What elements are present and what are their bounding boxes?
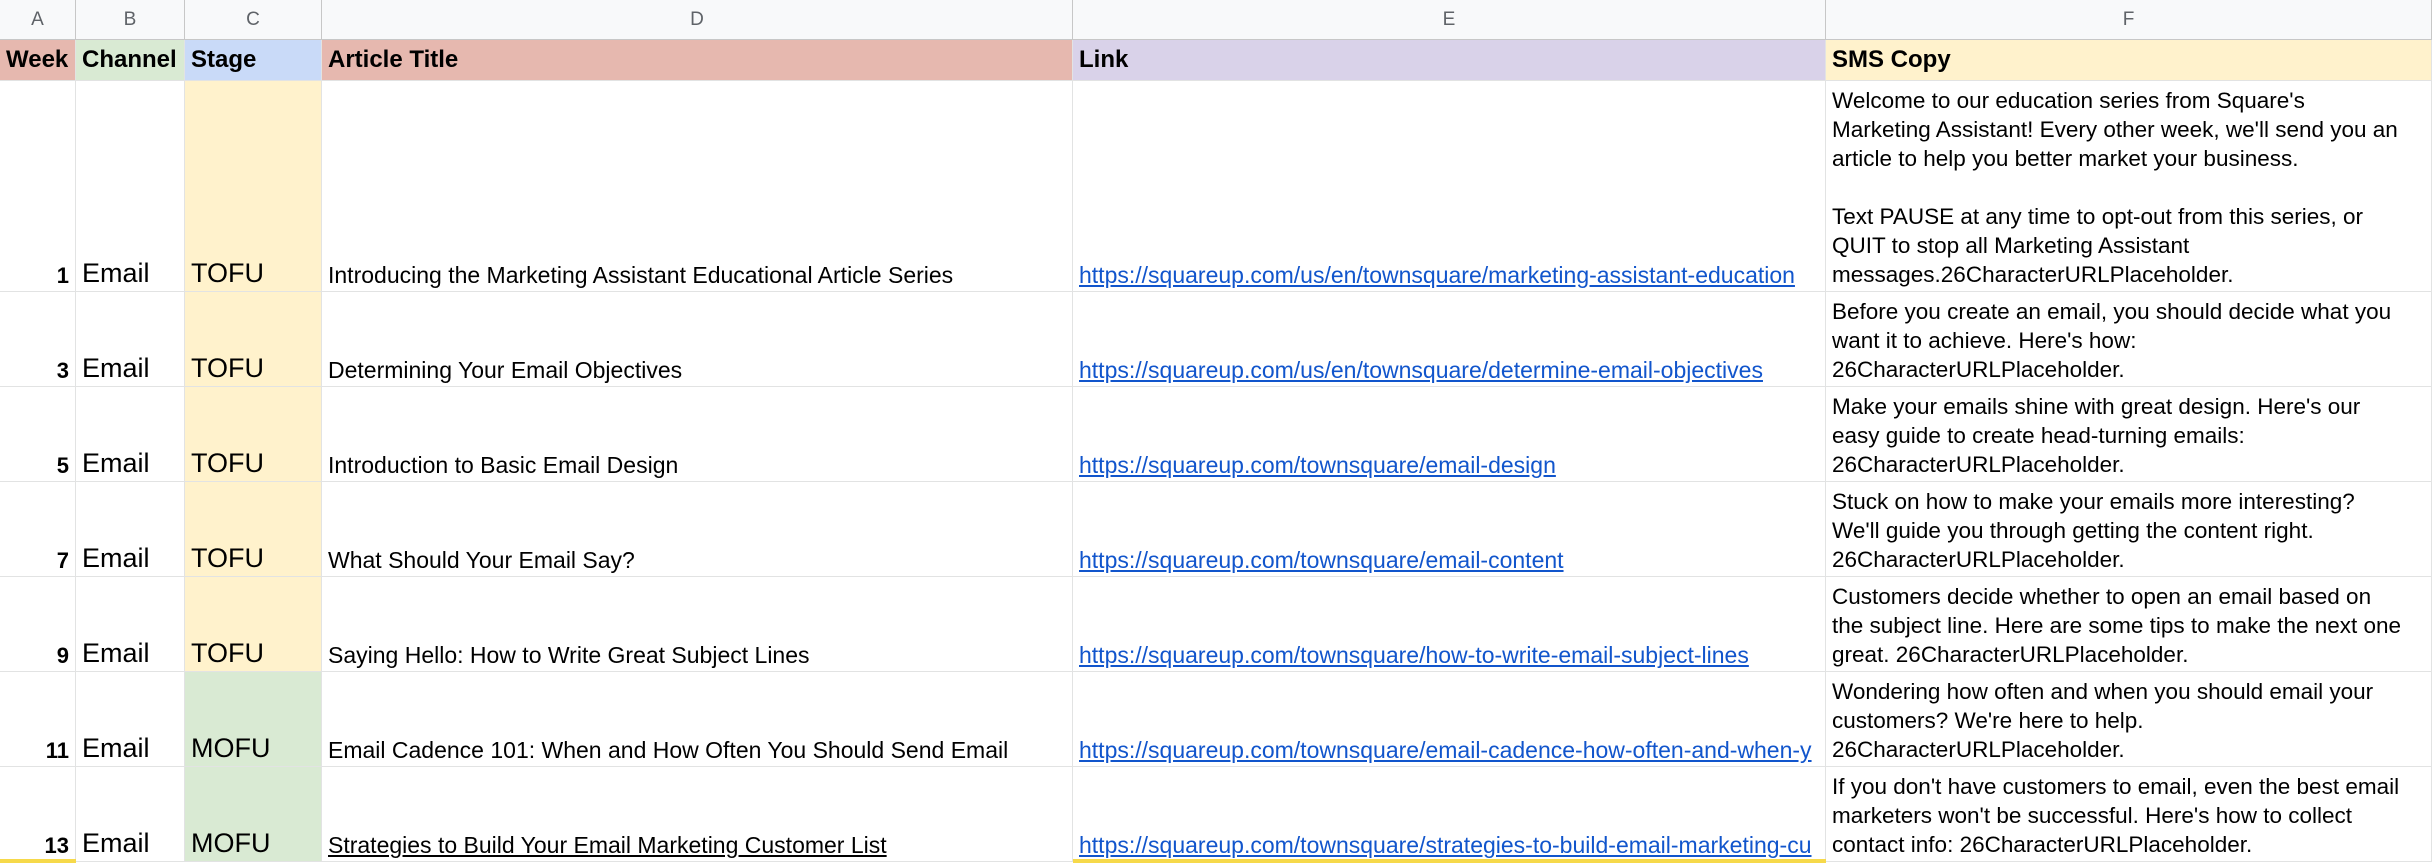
sms-line [1832, 173, 2425, 202]
sms-line: 26CharacterURLPlaceholder. [1832, 452, 2125, 477]
sms-line: We'll guide you through getting the cont… [1832, 518, 2314, 543]
cell-link[interactable]: https://squareup.com/townsquare/strategi… [1073, 767, 1826, 862]
cell-article-title[interactable]: Introducing the Marketing Assistant Educ… [322, 81, 1073, 292]
header-cell-week[interactable]: Week [0, 40, 76, 81]
cell-sms-copy[interactable]: Make your emails shine with great design… [1826, 387, 2432, 482]
cell-article-title[interactable]: Determining Your Email Objectives [322, 292, 1073, 387]
cell-week[interactable]: 5 [0, 387, 76, 482]
sms-line: Wondering how often and when you should … [1832, 679, 2374, 704]
cell-channel[interactable]: Email [76, 292, 185, 387]
cell-sms-copy[interactable]: Customers decide whether to open an emai… [1826, 577, 2432, 672]
cell-week[interactable]: 13 [0, 767, 76, 862]
sms-line: 26CharacterURLPlaceholder. [1832, 357, 2125, 382]
article-link[interactable]: https://squareup.com/townsquare/email-de… [1079, 452, 1556, 479]
header-cell-sms[interactable]: SMS Copy [1826, 40, 2432, 81]
cell-stage[interactable]: TOFU [185, 292, 322, 387]
cell-article-title[interactable]: Saying Hello: How to Write Great Subject… [322, 577, 1073, 672]
article-link[interactable]: https://squareup.com/townsquare/email-ca… [1079, 737, 1812, 764]
column-header-f[interactable]: F [1826, 0, 2432, 40]
cell-week[interactable]: 1 [0, 81, 76, 292]
sms-line: Welcome to our education series from Squ… [1832, 88, 2305, 113]
cell-sms-copy[interactable]: Before you create an email, you should d… [1826, 292, 2432, 387]
cell-week[interactable]: 7 [0, 482, 76, 577]
cell-link[interactable]: https://squareup.com/townsquare/email-co… [1073, 482, 1826, 577]
sms-line: Customers decide whether to open an emai… [1832, 584, 2372, 609]
cell-link[interactable]: https://squareup.com/townsquare/email-ca… [1073, 672, 1826, 767]
selection-highlight [1073, 859, 1826, 863]
cell-stage[interactable]: TOFU [185, 577, 322, 672]
spreadsheet-grid: A B C D E F Week Channel Stage Article T… [0, 0, 2432, 864]
sms-line: article to help you better market your b… [1832, 146, 2299, 171]
cell-article-title[interactable]: Introduction to Basic Email Design [322, 387, 1073, 482]
cell-link[interactable]: https://squareup.com/us/en/townsquare/de… [1073, 292, 1826, 387]
cell-article-title[interactable]: Email Cadence 101: When and How Often Yo… [322, 672, 1073, 767]
cell-channel[interactable]: Email [76, 387, 185, 482]
sms-line: 26CharacterURLPlaceholder. [1832, 547, 2125, 572]
cell-week[interactable]: 11 [0, 672, 76, 767]
sms-line: Before you create an email, you should d… [1832, 299, 2392, 324]
column-header-e[interactable]: E [1073, 0, 1826, 40]
cell-stage[interactable]: MOFU [185, 672, 322, 767]
sms-line: the subject line. Here are some tips to … [1832, 613, 2402, 638]
sms-line: great. 26CharacterURLPlaceholder. [1832, 642, 2189, 667]
article-link[interactable]: https://squareup.com/townsquare/email-co… [1079, 547, 1564, 574]
cell-channel[interactable]: Email [76, 81, 185, 292]
column-header-b[interactable]: B [76, 0, 185, 40]
cell-sms-copy[interactable]: If you don't have customers to email, ev… [1826, 767, 2432, 862]
cell-channel[interactable]: Email [76, 577, 185, 672]
article-link[interactable]: https://squareup.com/us/en/townsquare/de… [1079, 357, 1763, 384]
cell-channel[interactable]: Email [76, 482, 185, 577]
article-link[interactable]: https://squareup.com/townsquare/strategi… [1079, 832, 1812, 859]
sms-line: contact info: 26CharacterURLPlaceholder. [1832, 832, 2253, 857]
sms-line: marketers won't be successful. Here's ho… [1832, 803, 2353, 828]
header-cell-stage[interactable]: Stage [185, 40, 322, 81]
sms-line: Marketing Assistant! Every other week, w… [1832, 117, 2398, 142]
cell-week[interactable]: 9 [0, 577, 76, 672]
cell-stage[interactable]: MOFU [185, 767, 322, 862]
header-cell-channel[interactable]: Channel [76, 40, 185, 81]
cell-article-title[interactable]: What Should Your Email Say? [322, 482, 1073, 577]
sms-line: Text PAUSE at any time to opt-out from t… [1832, 204, 2364, 229]
article-title-text: Strategies to Build Your Email Marketing… [328, 832, 887, 858]
header-cell-link[interactable]: Link [1073, 40, 1826, 81]
cell-channel[interactable]: Email [76, 672, 185, 767]
cell-sms-copy[interactable]: Wondering how often and when you should … [1826, 672, 2432, 767]
sms-line: Stuck on how to make your emails more in… [1832, 489, 2355, 514]
cell-link[interactable]: https://squareup.com/townsquare/how-to-w… [1073, 577, 1826, 672]
article-link[interactable]: https://squareup.com/us/en/townsquare/ma… [1079, 262, 1795, 289]
cell-link[interactable]: https://squareup.com/us/en/townsquare/ma… [1073, 81, 1826, 292]
cell-link[interactable]: https://squareup.com/townsquare/email-de… [1073, 387, 1826, 482]
article-link[interactable]: https://squareup.com/townsquare/how-to-w… [1079, 642, 1749, 669]
header-cell-title[interactable]: Article Title [322, 40, 1073, 81]
selection-highlight [0, 859, 76, 863]
sms-line: want it to achieve. Here's how: [1832, 328, 2137, 353]
cell-stage[interactable]: TOFU [185, 81, 322, 292]
cell-week[interactable]: 3 [0, 292, 76, 387]
cell-sms-copy[interactable]: Stuck on how to make your emails more in… [1826, 482, 2432, 577]
sms-line: easy guide to create head-turning emails… [1832, 423, 2245, 448]
sms-line: QUIT to stop all Marketing Assistant [1832, 233, 2190, 258]
cell-sms-copy[interactable]: Welcome to our education series from Squ… [1826, 81, 2432, 292]
cell-article-title[interactable]: Strategies to Build Your Email Marketing… [322, 767, 1073, 862]
cell-channel[interactable]: Email [76, 767, 185, 862]
sms-line: If you don't have customers to email, ev… [1832, 774, 2400, 799]
sms-line: 26CharacterURLPlaceholder. [1832, 737, 2125, 762]
column-header-a[interactable]: A [0, 0, 76, 40]
sms-line: Make your emails shine with great design… [1832, 394, 2361, 419]
column-header-d[interactable]: D [322, 0, 1073, 40]
cell-stage[interactable]: TOFU [185, 387, 322, 482]
column-header-c[interactable]: C [185, 0, 322, 40]
sms-line: customers? We're here to help. [1832, 708, 2144, 733]
cell-stage[interactable]: TOFU [185, 482, 322, 577]
sms-line: messages.26CharacterURLPlaceholder. [1832, 262, 2234, 287]
